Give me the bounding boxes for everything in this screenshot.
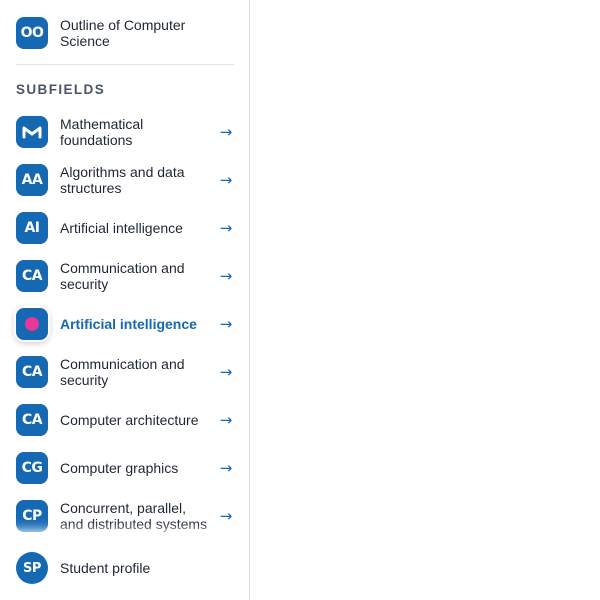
ca-badge-icon: CA [16, 260, 48, 292]
active-dot-icon [16, 308, 48, 340]
student-profile-label: Student profile [60, 560, 151, 576]
arrow-right-icon: → [219, 363, 233, 381]
arrow-right-icon: → [219, 171, 233, 189]
arrow-right-icon: → [219, 315, 233, 333]
subfield-item-computer-architecture[interactable]: CA Computer architecture → [0, 396, 249, 444]
subfield-item-artificial-intelligence-active[interactable]: Artificial intelligence → [0, 300, 249, 348]
subfield-item-computer-graphics[interactable]: CG Computer graphics → [0, 444, 249, 492]
subfield-label: Concurrent, parallel, and distributed sy… [60, 500, 208, 532]
subfield-item-algorithms[interactable]: AA Algorithms and data structures → [0, 156, 249, 204]
pink-dot [25, 317, 39, 331]
section-heading: SUBFIELDS [16, 82, 106, 97]
main-content [251, 0, 600, 600]
subfield-item-communication-security[interactable]: CA Communication and security → [0, 252, 249, 300]
cp-badge-icon: CP [16, 500, 48, 532]
subfield-item-concurrent-systems[interactable]: CP Concurrent, parallel, and distributed… [0, 492, 249, 540]
subfield-label: Communication and security [60, 356, 185, 388]
subfield-item-mathematical-foundations[interactable]: Mathematical foundations → [0, 108, 249, 156]
subfield-label-active: Artificial intelligence [60, 316, 197, 332]
subfield-label: Artificial intelligence [60, 220, 183, 236]
m-logo-icon [16, 116, 48, 148]
arrow-right-icon: → [219, 459, 233, 477]
subfield-item-communication-security-2[interactable]: CA Communication and security → [0, 348, 249, 396]
ai-badge-icon: AI [16, 212, 48, 244]
subfield-list: Mathematical foundations → AA Algorithms… [0, 108, 249, 540]
arrow-right-icon: → [219, 507, 233, 525]
subfield-label: Communication and security [60, 260, 185, 292]
ca-badge-icon: CA [16, 356, 48, 388]
subfield-label: Mathematical foundations [60, 116, 144, 148]
arrow-right-icon: → [219, 267, 233, 285]
sidebar: OO Outline of Computer Science SUBFIELDS… [0, 0, 250, 600]
divider [16, 64, 234, 65]
subfield-label: Algorithms and data structures [60, 164, 185, 196]
aa-badge-icon: AA [16, 164, 48, 196]
sp-avatar-icon: SP [16, 552, 48, 584]
outline-label: Outline of Computer Science [60, 17, 186, 49]
student-profile-link[interactable]: SP Student profile [0, 536, 249, 600]
arrow-right-icon: → [219, 411, 233, 429]
outline-link[interactable]: OO Outline of Computer Science [16, 16, 234, 50]
outline-icon: OO [16, 17, 48, 49]
subfield-label: Computer graphics [60, 460, 179, 476]
cg-badge-icon: CG [16, 452, 48, 484]
arrow-right-icon: → [219, 219, 233, 237]
arrow-right-icon: → [219, 123, 233, 141]
subfield-label: Computer architecture [60, 412, 199, 428]
ca-badge-icon: CA [16, 404, 48, 436]
subfield-item-artificial-intelligence[interactable]: AI Artificial intelligence → [0, 204, 249, 252]
